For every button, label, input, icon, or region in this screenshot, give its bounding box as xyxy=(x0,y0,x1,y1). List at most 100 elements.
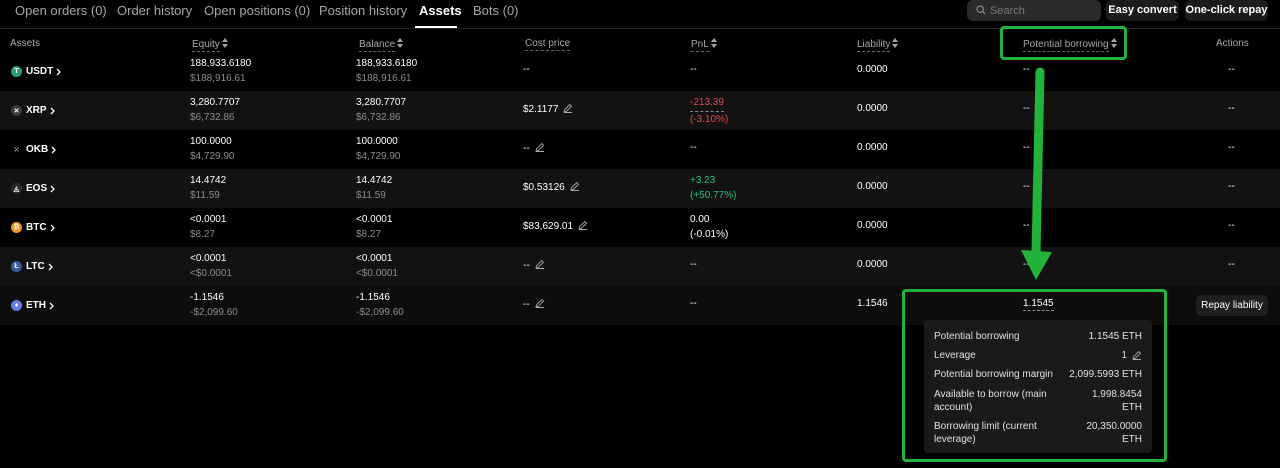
col-cost-price-label: Cost price xyxy=(525,38,571,51)
pnl-percent: (-3.10%) xyxy=(690,114,729,125)
pnl-cell: 0.00 (-0.01%) xyxy=(690,212,728,242)
action-value: -- xyxy=(1228,103,1235,114)
equity-value: 188,933.6180 xyxy=(190,58,252,69)
asset-cell[interactable]: ₿ BTC xyxy=(11,208,55,247)
col-actions: Actions xyxy=(1216,38,1249,49)
cost-price-cell: -- xyxy=(523,142,545,154)
equity-cell: 188,933.6180 $188,916.61 xyxy=(190,56,251,86)
pnl-cell: -- xyxy=(690,259,697,270)
cost-price-cell: -- xyxy=(523,259,545,271)
asset-cell[interactable]: Ł LTC xyxy=(11,247,53,286)
tab-assets[interactable]: Assets xyxy=(419,3,462,18)
tab-order-history[interactable]: Order history xyxy=(117,3,192,18)
potential-borrowing-cell: -- xyxy=(1023,142,1030,153)
tooltip-value: 1.1545 ETH xyxy=(1088,331,1142,342)
tooltip-value: 20,350.0000 ETH xyxy=(1086,421,1142,445)
edit-pencil-icon[interactable] xyxy=(578,220,588,230)
tab-bar: Open orders (0) Order history Open posit… xyxy=(0,0,1280,29)
tab-open-orders[interactable]: Open orders (0) xyxy=(15,3,107,18)
eos-coin-icon: ◬ xyxy=(11,183,22,194)
actions-cell: -- xyxy=(1228,181,1235,192)
table-row[interactable]: T USDT 188,933.6180 $188,916.61 188,933.6… xyxy=(0,52,1280,91)
liability-cell: 0.0000 xyxy=(857,142,888,153)
sort-icon[interactable] xyxy=(892,38,899,48)
balance-cell: -1.1546 -$2,099.60 xyxy=(356,290,404,320)
asset-cell[interactable]: ♦ ETH xyxy=(11,286,54,325)
table-row[interactable]: ◬ EOS 14.4742 $11.59 14.4742 $11.59 $0.531… xyxy=(0,169,1280,208)
balance-cell: <0.0001 <$0.0001 xyxy=(356,251,398,281)
balance-value: 3,280.7707 xyxy=(356,97,407,108)
asset-name: XRP xyxy=(26,105,47,116)
potential-borrowing-value[interactable]: 1.1545 xyxy=(1023,298,1054,311)
easy-convert-button[interactable]: Easy convert xyxy=(1106,0,1179,21)
pnl-percent: (+50.77%) xyxy=(690,190,737,201)
potential-borrowing-cell: -- xyxy=(1023,220,1030,231)
edit-leverage-icon[interactable] xyxy=(1132,350,1142,360)
col-equity[interactable]: Equity xyxy=(192,38,228,52)
xrp-coin-icon: ✕ xyxy=(11,105,22,116)
liability-cell: 0.0000 xyxy=(857,181,888,192)
asset-cell[interactable]: ✕ XRP xyxy=(11,91,55,130)
search-icon xyxy=(976,5,986,15)
tab-position-history[interactable]: Position history xyxy=(319,3,407,18)
action-value: -- xyxy=(1228,64,1235,75)
asset-cell[interactable]: ⁙ OKB xyxy=(11,130,57,169)
tab-open-positions[interactable]: Open positions (0) xyxy=(204,3,310,18)
col-balance-label: Balance xyxy=(359,39,396,52)
edit-pencil-icon[interactable] xyxy=(535,298,545,308)
tooltip-label: Available to borrow (main account) xyxy=(934,389,1047,413)
cost-price-cell: $83,629.01 xyxy=(523,220,588,232)
equity-cell: 14.4742 $11.59 xyxy=(190,173,226,203)
col-balance[interactable]: Balance xyxy=(359,38,404,52)
sort-icon[interactable] xyxy=(710,38,717,48)
equity-value: -1.1546 xyxy=(190,292,224,303)
tooltip-label: Borrowing limit (current leverage) xyxy=(934,421,1037,445)
table-row[interactable]: ⁙ OKB 100.0000 $4,729.90 100.0000 $4,729.9… xyxy=(0,130,1280,169)
potential-borrowing-cell: -- xyxy=(1023,64,1030,75)
search-input[interactable] xyxy=(990,2,1095,19)
repay-liability-button[interactable]: Repay liability xyxy=(1196,295,1268,316)
pnl-value: +3.23 xyxy=(690,175,716,186)
table-row[interactable]: Ł LTC <0.0001 <$0.0001 <0.0001 <$0.0001 --… xyxy=(0,247,1280,286)
edit-pencil-icon[interactable] xyxy=(570,181,580,191)
col-potential-borrowing[interactable]: Potential borrowing xyxy=(1023,38,1117,52)
col-liability[interactable]: Liability xyxy=(857,38,899,52)
one-click-repay-button[interactable]: One-click repay xyxy=(1185,0,1268,21)
tooltip-value: 1 xyxy=(1121,350,1127,361)
table-row[interactable]: ₿ BTC <0.0001 $8.27 <0.0001 $8.27 $83,629.… xyxy=(0,208,1280,247)
asset-cell[interactable]: ◬ EOS xyxy=(11,169,56,208)
sort-icon[interactable] xyxy=(221,38,228,48)
liability-cell: 0.0000 xyxy=(857,259,888,270)
chevron-right-icon xyxy=(49,302,54,309)
table-row[interactable]: ✕ XRP 3,280.7707 $6,732.86 3,280.7707 $6,7… xyxy=(0,91,1280,130)
col-equity-label: Equity xyxy=(192,39,220,52)
edit-pencil-icon[interactable] xyxy=(535,142,545,152)
equity-usd: <$0.0001 xyxy=(190,268,232,279)
potential-borrowing-value: -- xyxy=(1023,142,1030,153)
actions-cell: -- xyxy=(1228,103,1235,114)
liability-value: 0.0000 xyxy=(857,181,888,192)
potential-borrowing-cell[interactable]: 1.1545 xyxy=(1023,298,1054,311)
search-box[interactable] xyxy=(967,0,1101,21)
balance-value: -1.1546 xyxy=(356,292,390,303)
balance-value: 14.4742 xyxy=(356,175,393,186)
cost-price-value: -- xyxy=(523,260,530,271)
sort-icon[interactable] xyxy=(397,38,404,48)
cost-price-cell: $0.53126 xyxy=(523,181,580,193)
equity-usd: $11.59 xyxy=(190,190,220,201)
cost-price-value: $83,629.01 xyxy=(523,221,574,232)
col-pnl[interactable]: PnL xyxy=(691,38,717,52)
cost-price-value: -- xyxy=(523,143,530,154)
asset-name: OKB xyxy=(26,144,49,155)
cost-price-value: $2.1177 xyxy=(523,104,559,115)
equity-cell: <0.0001 $8.27 xyxy=(190,212,226,242)
tab-bots[interactable]: Bots (0) xyxy=(473,3,519,18)
pnl-cell: +3.23 (+50.77%) xyxy=(690,173,736,203)
edit-pencil-icon[interactable] xyxy=(563,103,573,113)
equity-cell: -1.1546 -$2,099.60 xyxy=(190,290,238,320)
actions-cell: -- xyxy=(1228,259,1235,270)
asset-cell[interactable]: T USDT xyxy=(11,52,62,91)
sort-icon[interactable] xyxy=(1110,38,1117,48)
edit-pencil-icon[interactable] xyxy=(535,259,545,269)
equity-value: 100.0000 xyxy=(190,136,232,147)
